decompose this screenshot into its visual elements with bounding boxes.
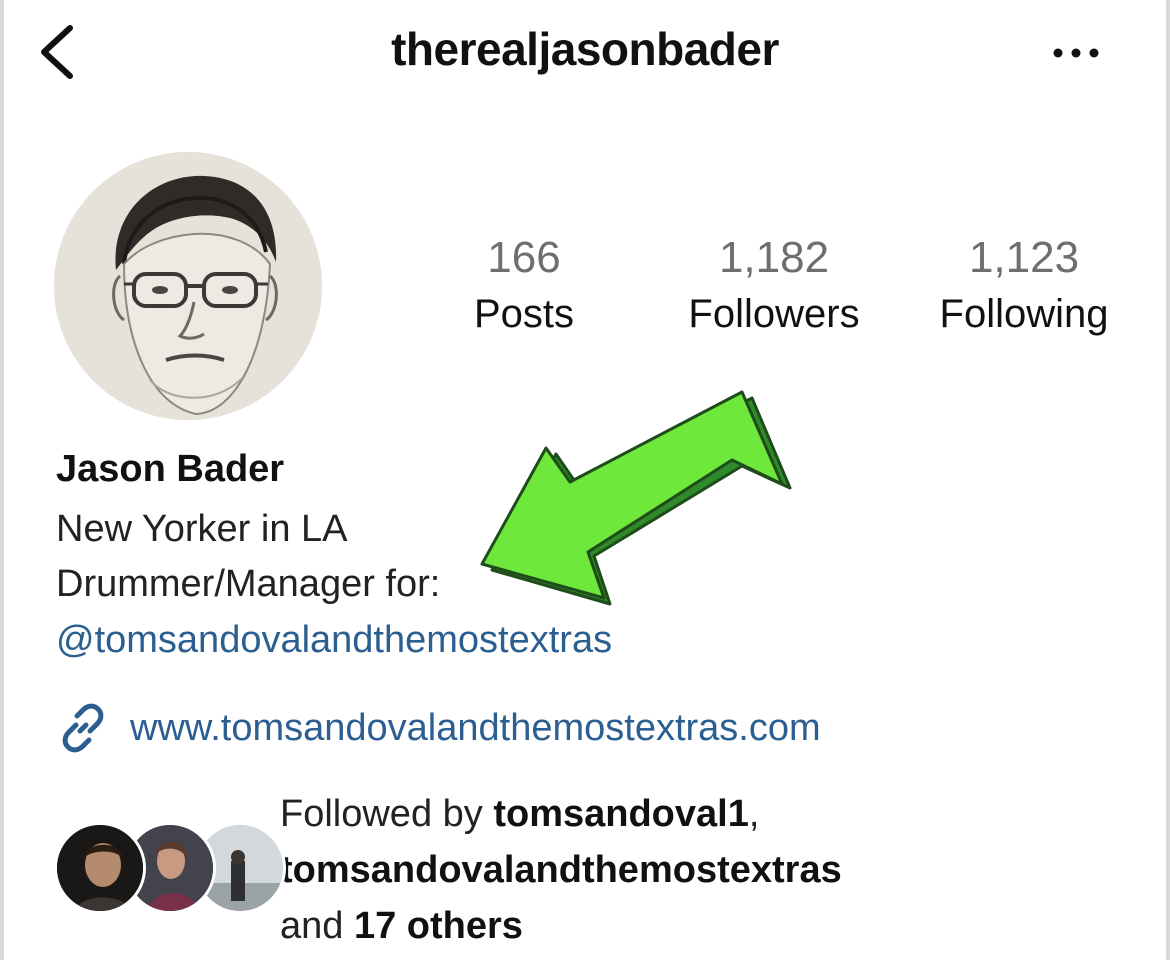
posts-label: Posts bbox=[473, 292, 575, 336]
followed-by-text[interactable]: Followed by tomsandoval1, tomsandovaland… bbox=[280, 786, 842, 954]
more-options-button[interactable] bbox=[1048, 36, 1108, 66]
mutual-follower-1: tomsandoval1 bbox=[493, 793, 749, 835]
bio-line-1: New Yorker in LA bbox=[56, 508, 348, 550]
website-link[interactable]: www.tomsandovalandthemostextras.com bbox=[56, 700, 821, 756]
mutual-follower-2: tomsandovalandthemostextras bbox=[280, 849, 842, 891]
link-icon bbox=[62, 703, 104, 753]
stat-followers[interactable]: 1,182 Followers bbox=[664, 230, 884, 342]
profile-avatar[interactable] bbox=[54, 152, 322, 420]
stat-following[interactable]: 1,123 Following bbox=[914, 230, 1134, 342]
mutual-followers-avatars[interactable] bbox=[54, 822, 286, 914]
following-count: 1,123 bbox=[968, 233, 1080, 282]
screen-frame: therealjasonbader 166 Posts 1,182 Follow… bbox=[0, 0, 1170, 960]
bio-mention-link[interactable]: @tomsandovalandthemostextras bbox=[56, 619, 612, 662]
followed-by-comma: , bbox=[748, 793, 760, 835]
posts-count: 166 bbox=[487, 233, 561, 282]
mutual-avatar-1 bbox=[54, 822, 146, 914]
profile-display-name: Jason Bader bbox=[56, 448, 285, 490]
following-label: Following bbox=[939, 292, 1109, 336]
followers-label: Followers bbox=[688, 292, 860, 336]
followed-by-prefix: Followed by bbox=[280, 793, 494, 835]
followed-by-and: and bbox=[280, 905, 354, 947]
mutual-others-count: 17 others bbox=[353, 905, 523, 947]
more-horizontal-icon bbox=[1053, 48, 1099, 58]
stat-posts[interactable]: 166 Posts bbox=[454, 230, 594, 342]
bio-line-2: Drummer/Manager for: bbox=[56, 563, 441, 605]
sketch-portrait bbox=[54, 152, 322, 420]
followers-count: 1,182 bbox=[718, 233, 830, 282]
profile-username: therealjasonbader bbox=[391, 23, 779, 75]
website-url: www.tomsandovalandthemostextras.com bbox=[130, 706, 821, 749]
